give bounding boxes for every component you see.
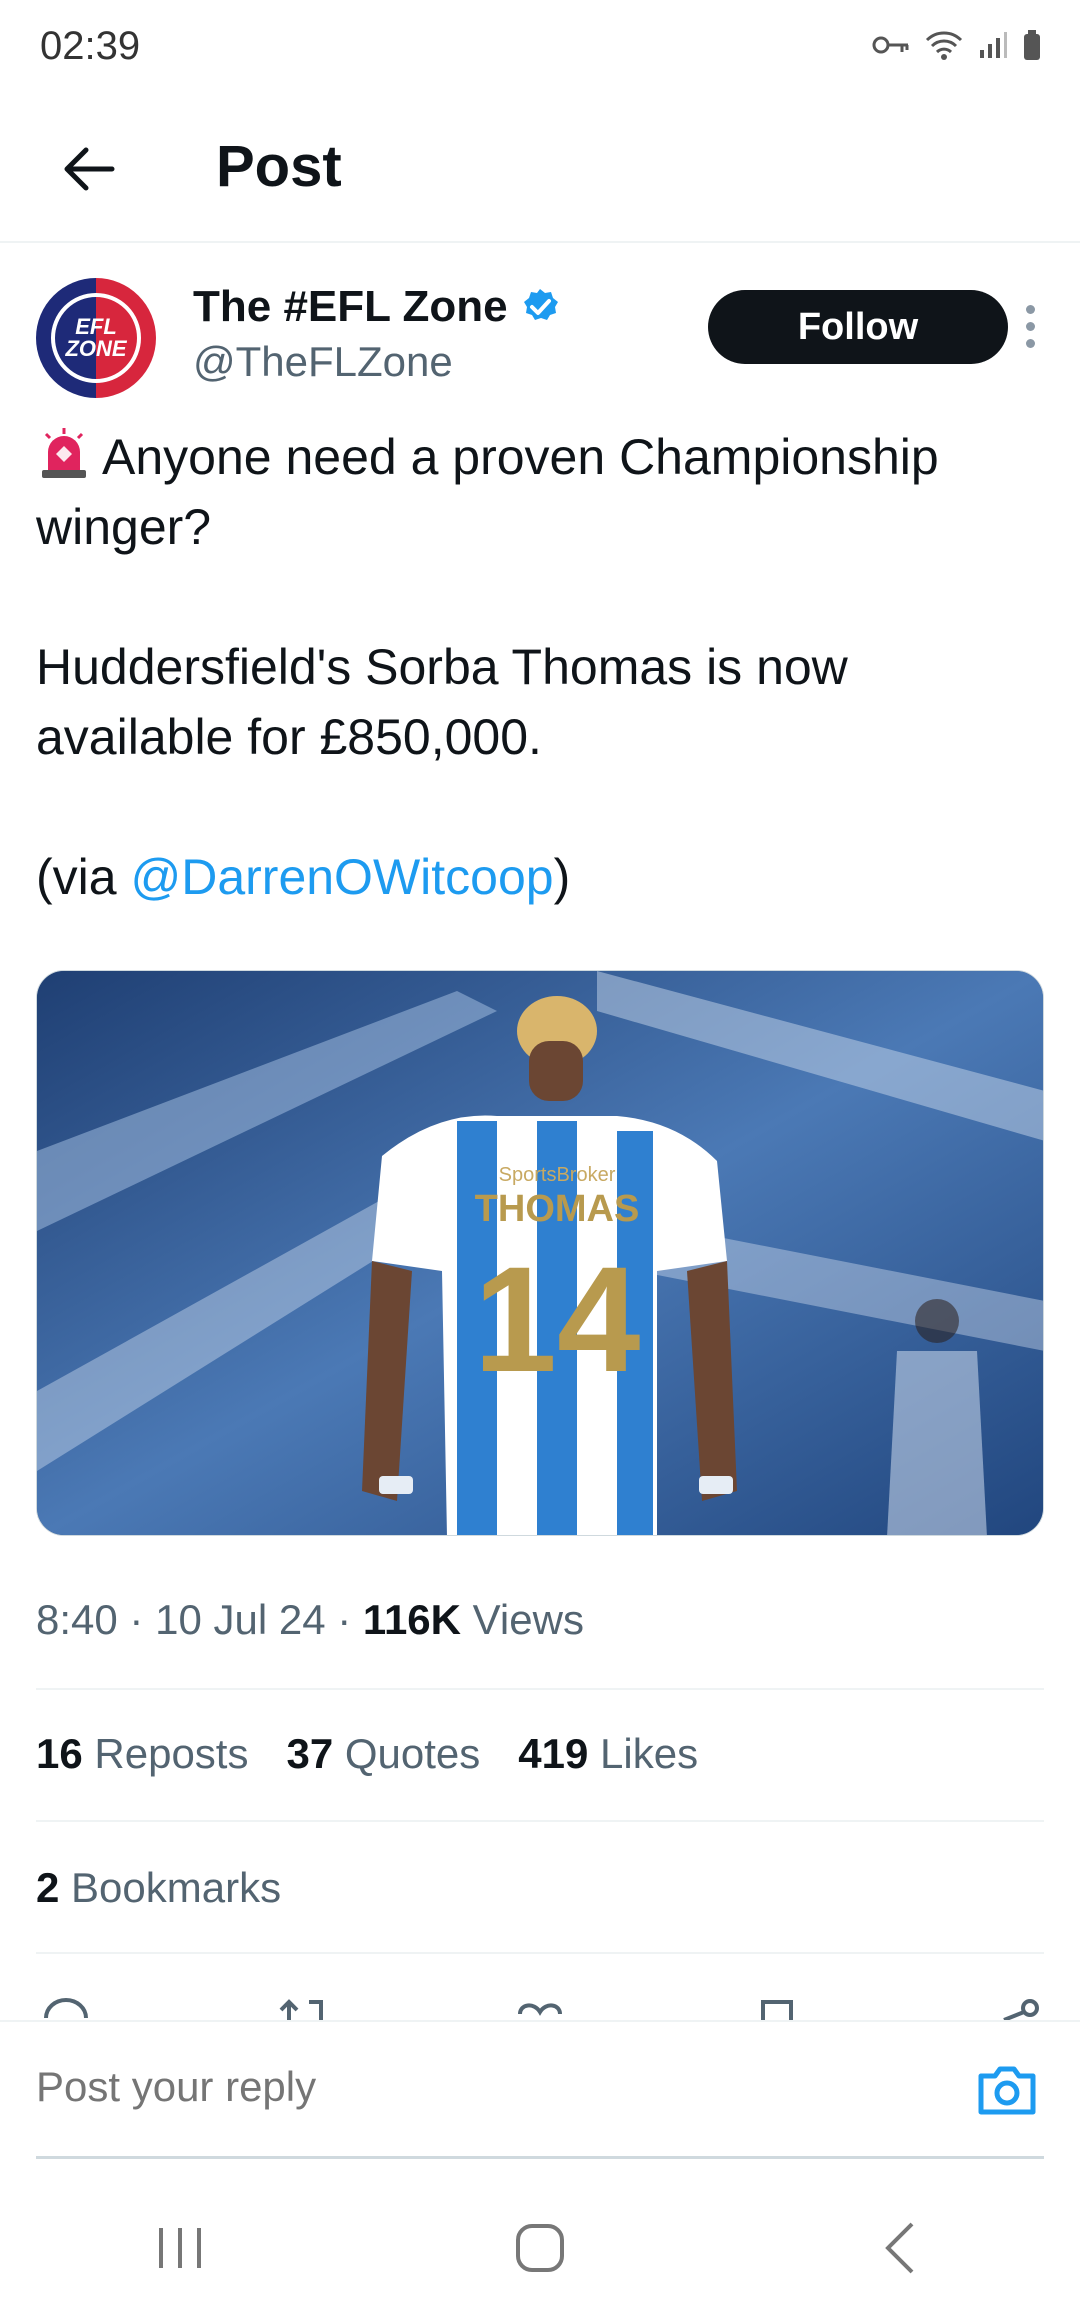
signal-icon: [980, 32, 1007, 58]
system-nav-bar: [0, 2180, 1080, 2316]
likes-stat[interactable]: 419 Likes: [518, 1730, 698, 1778]
camera-button[interactable]: [975, 2058, 1039, 2122]
author-name[interactable]: The #EFL Zone: [193, 282, 508, 332]
post-text-line2: Huddersfield's Sorba Thomas is now avail…: [36, 639, 848, 765]
back-button[interactable]: [48, 129, 128, 209]
chevron-left-icon: [885, 2222, 914, 2274]
post-actions: [36, 1990, 1044, 2020]
reposts-label: Reposts: [94, 1730, 249, 1777]
via-suffix: ): [553, 849, 571, 905]
recent-apps-icon: [159, 2228, 201, 2268]
views-label[interactable]: Views: [473, 1596, 584, 1643]
author-handle[interactable]: @TheFLZone: [193, 338, 453, 386]
engagement-stats: 16 Reposts 37 Quotes 419 Likes: [36, 1730, 698, 1778]
share-icon[interactable]: [984, 1990, 1044, 2020]
post-text-line: Anyone need a proven Championship winger…: [36, 422, 1046, 562]
repost-icon[interactable]: [273, 1990, 333, 2020]
post-meta: 8:40 · 10 Jul 24 · 116K Views: [36, 1596, 584, 1644]
like-icon[interactable]: [510, 1990, 570, 2020]
post-author: EFL ZONE The #EFL Zone @TheFLZone Follow: [36, 276, 1046, 406]
mention-link[interactable]: @DarrenOWitcoop: [130, 849, 553, 905]
status-icons: [872, 28, 1042, 62]
author-name-row[interactable]: The #EFL Zone: [193, 282, 560, 332]
status-time: 02:39: [40, 24, 141, 68]
via-prefix: (via: [36, 849, 131, 905]
more-options-button[interactable]: [1010, 296, 1050, 356]
quotes-count: 37: [286, 1730, 334, 1777]
post-media-image[interactable]: THOMAS 14 SportsBroker: [36, 970, 1044, 1536]
home-button[interactable]: [490, 2198, 590, 2298]
more-dot: [1025, 321, 1035, 331]
views-count[interactable]: 116K: [363, 1596, 461, 1643]
more-dot: [1025, 304, 1035, 314]
reposts-stat[interactable]: 16 Reposts: [36, 1730, 248, 1778]
likes-label: Likes: [600, 1730, 699, 1777]
shirt-sponsor: SportsBroker: [499, 1164, 616, 1186]
police-light-emoji-icon: [42, 428, 86, 478]
post-text-via: (via @DarrenOWitcoop): [36, 842, 1046, 912]
home-icon: [516, 2224, 564, 2272]
post-text-line1: Anyone need a proven Championship winger…: [36, 429, 939, 555]
meta-separator: ·: [129, 1596, 144, 1643]
battery-icon: [1024, 30, 1040, 60]
post-text: Anyone need a proven Championship winger…: [36, 422, 1046, 912]
post-date: 10 Jul 24: [155, 1596, 326, 1643]
shirt-number: 14: [474, 1235, 641, 1403]
quotes-stat[interactable]: 37 Quotes: [286, 1730, 480, 1778]
reply-bar: [0, 2020, 1080, 2160]
divider: [36, 1688, 1044, 1690]
status-bar: 02:39: [0, 0, 1080, 95]
page-title: Post: [216, 134, 342, 199]
meta-separator: ·: [337, 1596, 352, 1643]
system-back-button[interactable]: [850, 2198, 950, 2298]
divider: [36, 1952, 1044, 1954]
bookmarks-stat[interactable]: 2 Bookmarks: [36, 1864, 281, 1912]
reply-underline: [36, 2156, 1044, 2159]
vpn-key-icon: [872, 36, 909, 54]
reposts-count: 16: [36, 1730, 83, 1777]
quotes-label: Quotes: [344, 1730, 481, 1777]
follow-button[interactable]: Follow: [708, 290, 1008, 364]
verified-badge-icon: [523, 289, 558, 320]
top-app-bar: Post: [0, 95, 1080, 243]
likes-count: 419: [518, 1730, 589, 1777]
reply-icon[interactable]: [36, 1990, 96, 2020]
shirt-name: THOMAS: [475, 1188, 640, 1230]
bookmarks-count: 2: [36, 1864, 60, 1911]
recent-apps-button[interactable]: [130, 2198, 230, 2298]
bookmarks-label: Bookmarks: [71, 1864, 282, 1911]
avatar[interactable]: EFL ZONE: [36, 278, 156, 398]
reply-input[interactable]: [36, 2052, 936, 2122]
post-time: 8:40: [36, 1596, 118, 1643]
camera-icon: [978, 2066, 1036, 2115]
avatar-logo: EFL ZONE: [51, 293, 141, 383]
divider: [36, 1820, 1044, 1822]
more-dot: [1025, 338, 1035, 348]
arrow-left-icon: [64, 147, 115, 191]
wifi-icon: [925, 31, 963, 60]
bookmark-icon[interactable]: [747, 1990, 807, 2020]
player-photo: THOMAS 14 SportsBroker: [37, 971, 1043, 1535]
